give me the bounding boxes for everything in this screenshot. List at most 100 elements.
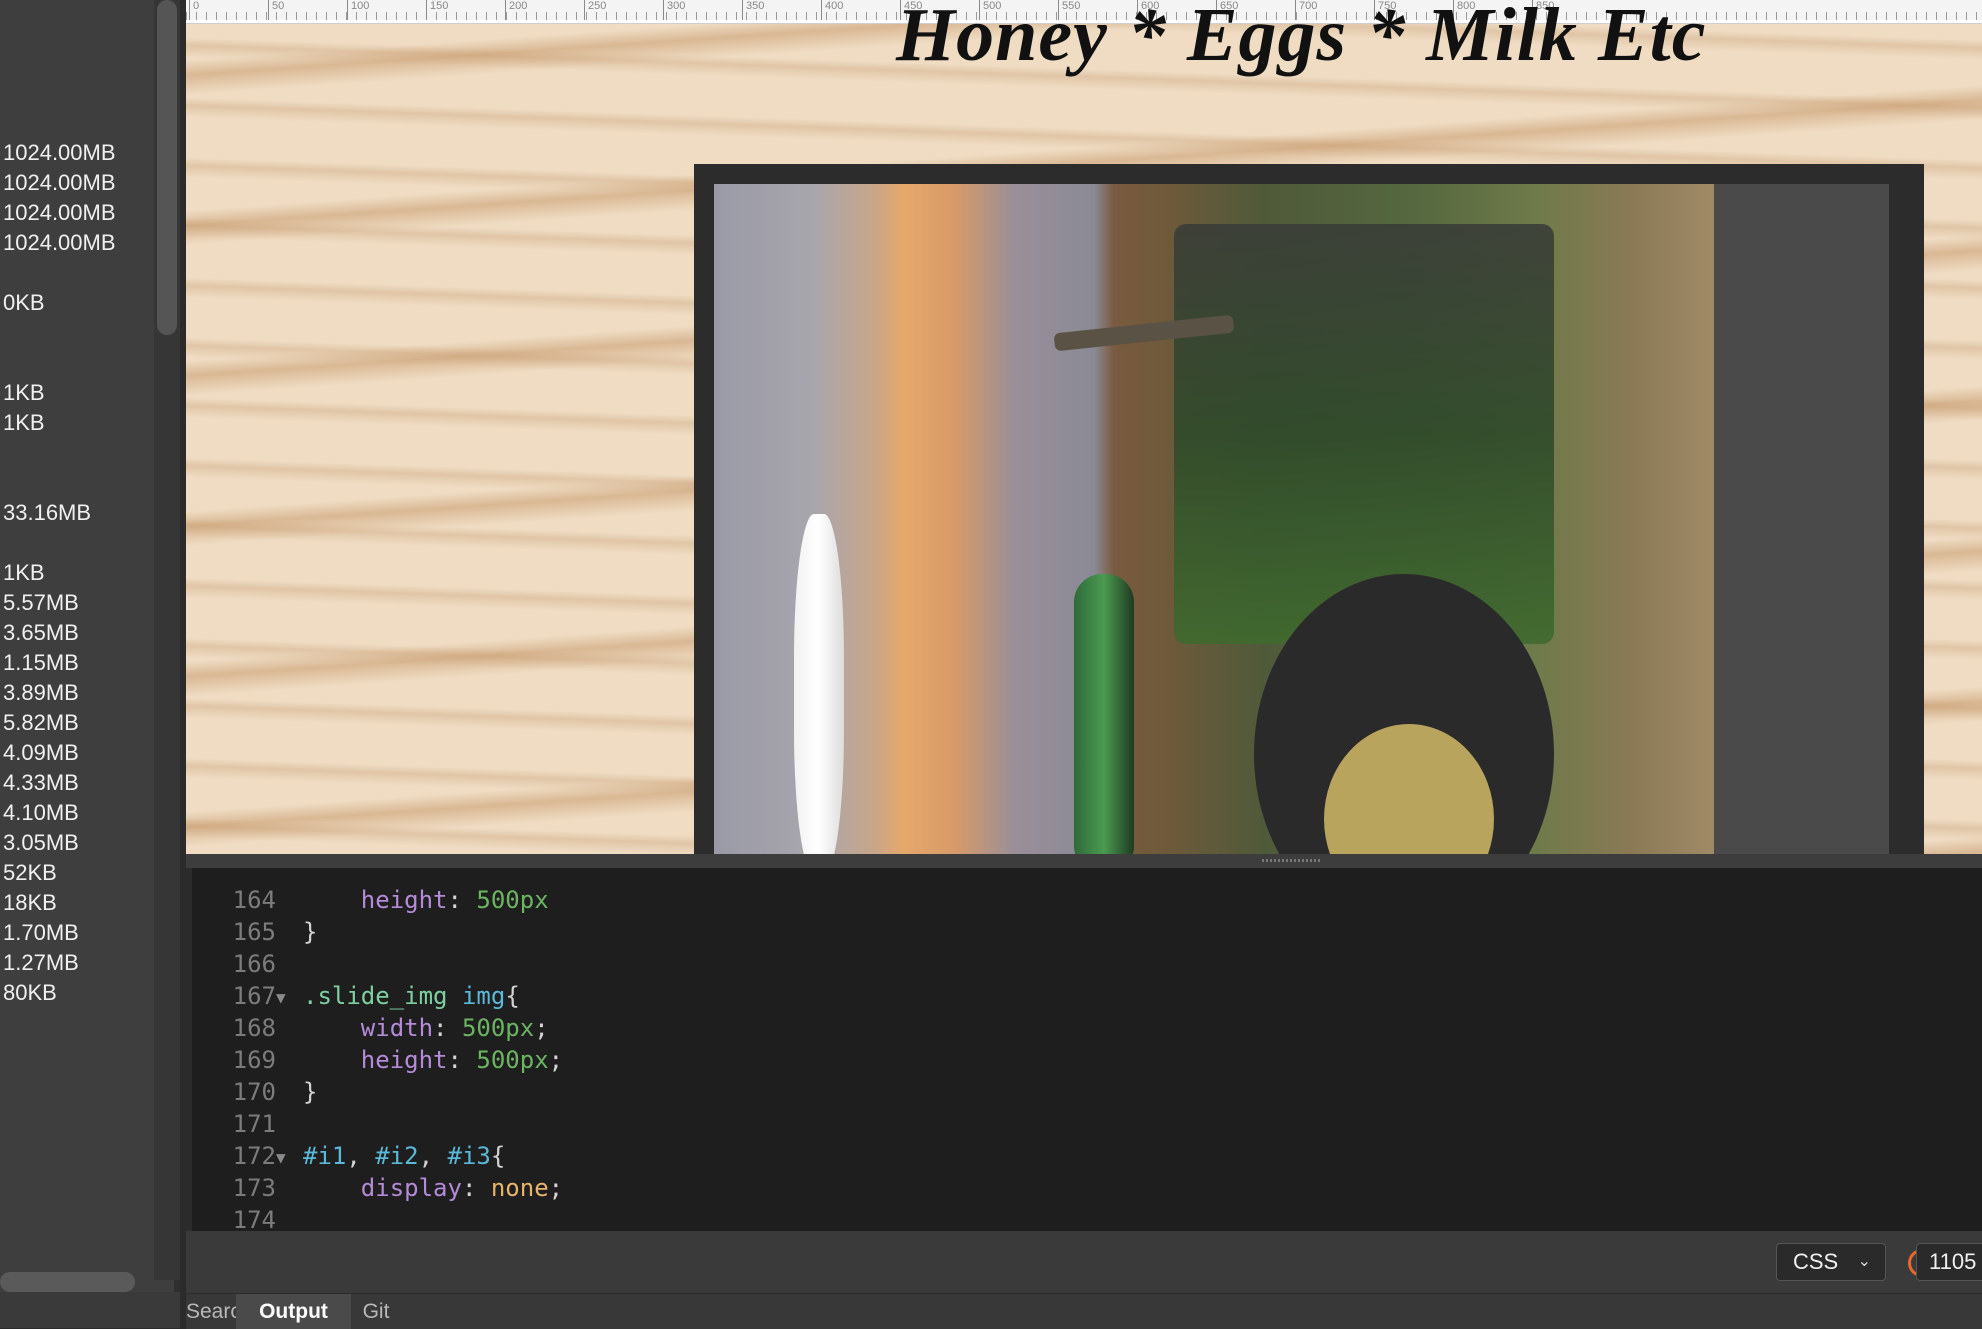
cursor-position-field[interactable]: 1105 <box>1916 1243 1982 1281</box>
live-preview[interactable]: 0 50 100 150 200 250 300 350 400 450 500 550 600 650 7… <box>186 0 1982 854</box>
file-size-item: 18KB <box>3 890 57 915</box>
code-token: , <box>346 1142 376 1170</box>
file-size-item: 33.16MB <box>3 500 92 525</box>
code-token: 500px <box>476 886 549 914</box>
code-line[interactable]: 169 height: 500px; <box>192 1046 1982 1078</box>
file-size-item: 3.89MB <box>3 680 79 705</box>
code-token: : <box>447 886 477 914</box>
code-token: { <box>490 1142 506 1170</box>
ruler-major-tick <box>189 0 190 20</box>
fold-arrow-icon[interactable]: ▼ <box>276 988 286 1007</box>
code-token: } <box>303 1078 318 1106</box>
code-line[interactable]: 172 ▼ #i1, #i2, #i3{ <box>192 1142 1982 1174</box>
code-token: : <box>461 1174 491 1202</box>
ruler-label: 0 <box>193 0 200 12</box>
code-line[interactable]: 168 width: 500px; <box>192 1014 1982 1046</box>
code-token: height <box>360 886 448 914</box>
code-line[interactable]: 165} <box>192 918 1982 950</box>
code-line[interactable]: 171 <box>192 1110 1982 1142</box>
vertical-scrollbar-thumb[interactable] <box>157 0 177 335</box>
code-editor[interactable]: 164 height: 500px 165} 166 167 ▼ .slide_img i… <box>192 868 1982 1234</box>
code-text: } <box>303 1078 317 1106</box>
line-number: 172 <box>232 1142 276 1170</box>
tab-output[interactable]: Output <box>236 1294 351 1329</box>
ruler-major-tick <box>742 0 743 20</box>
code-token: width <box>360 1014 434 1042</box>
ruler-label: 200 <box>509 0 528 12</box>
ruler-label: 250 <box>588 0 607 12</box>
line-number: 171 <box>232 1110 276 1138</box>
file-size-item: 1024.00MB <box>3 230 116 255</box>
horizontal-scrollbar-thumb[interactable] <box>0 1272 135 1292</box>
code-token: none <box>490 1174 549 1202</box>
file-size-item: 1KB <box>3 380 45 405</box>
line-number: 169 <box>232 1046 276 1074</box>
code-text: .slide_img img{ <box>303 982 520 1010</box>
file-size-item: 1024.00MB <box>3 200 116 225</box>
code-text: #i1, #i2, #i3{ <box>303 1142 505 1170</box>
tab-git[interactable]: Git <box>351 1294 401 1329</box>
ruler-label: 50 <box>272 0 285 12</box>
file-size-item: 5.82MB <box>3 710 79 735</box>
ruler-label: 350 <box>746 0 765 12</box>
ruler-major-tick <box>663 0 664 20</box>
fold-arrow-icon[interactable]: ▼ <box>276 1148 286 1167</box>
code-token: 500px <box>461 1014 535 1042</box>
preview-editor-splitter[interactable] <box>186 854 1982 868</box>
line-number: 164 <box>232 886 276 914</box>
code-token: #i3 <box>447 1142 491 1170</box>
ruler-major-tick <box>505 0 506 20</box>
file-size-item: 4.33MB <box>3 770 79 795</box>
code-token: #i1 <box>303 1142 347 1170</box>
code-token: #i2 <box>375 1142 419 1170</box>
site-title: Honey * Eggs * Milk Etc <box>896 0 1707 77</box>
tab-search[interactable]: Search <box>186 1294 253 1329</box>
line-number: 165 <box>232 918 276 946</box>
code-line[interactable]: 166 <box>192 950 1982 982</box>
file-size-item: 4.09MB <box>3 740 79 765</box>
code-token: , <box>418 1142 448 1170</box>
code-line[interactable]: 170} <box>192 1078 1982 1110</box>
line-number: 166 <box>232 950 276 978</box>
code-token: ; <box>548 1174 564 1202</box>
file-size-item: 1.15MB <box>3 650 79 675</box>
code-token: { <box>505 982 520 1010</box>
code-token: .slide_img <box>303 982 448 1010</box>
slideshow-container <box>714 184 1889 854</box>
code-line[interactable]: 164 height: 500px <box>192 886 1982 918</box>
language-label: CSS <box>1793 1249 1839 1274</box>
file-size-item: 1KB <box>3 560 45 585</box>
language-select[interactable]: CSS ⌄ <box>1776 1243 1886 1281</box>
splitter-grip[interactable] <box>1262 859 1322 862</box>
bottom-tab-bar: Search Output Git <box>186 1293 1982 1329</box>
code-token: ; <box>534 1014 549 1042</box>
code-token: height <box>360 1046 448 1074</box>
file-size-item: 52KB <box>3 860 57 885</box>
ruler-label: 400 <box>825 0 844 12</box>
ruler-label: 300 <box>667 0 686 12</box>
ruler-major-tick <box>821 0 822 20</box>
file-size-item: 4.10MB <box>3 800 79 825</box>
tractor-photo <box>714 184 1714 854</box>
line-number: 174 <box>232 1206 276 1234</box>
slideshow-frame <box>694 164 1924 854</box>
code-token: : <box>447 1046 477 1074</box>
ruler-label: 100 <box>351 0 370 12</box>
left-panel-footer <box>0 1292 180 1328</box>
code-token: ; <box>548 1046 564 1074</box>
ruler-major-tick <box>584 0 585 20</box>
code-text: } <box>303 918 317 946</box>
code-text: height: 500px <box>303 886 549 914</box>
file-size-item: 3.05MB <box>3 830 79 855</box>
photo-tractor-hood <box>1074 574 1134 854</box>
chevron-down-icon: ⌄ <box>1857 1253 1871 1270</box>
line-number: 173 <box>232 1174 276 1202</box>
code-token: : <box>433 1014 462 1042</box>
line-number: 170 <box>232 1078 276 1106</box>
ruler-label: 150 <box>430 0 449 12</box>
code-line[interactable]: 173 display: none; <box>192 1174 1982 1206</box>
file-size-item: 80KB <box>3 980 57 1005</box>
code-line[interactable]: 167 ▼ .slide_img img{ <box>192 982 1982 1014</box>
code-token: display <box>360 1174 462 1202</box>
